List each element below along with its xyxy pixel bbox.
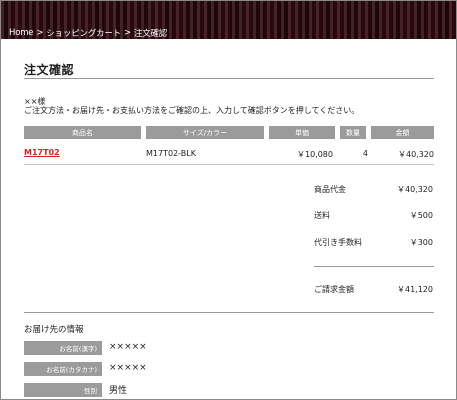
cod-fee-value: ￥300 xyxy=(409,238,433,247)
name-katakana-label: お名前(カタカナ) xyxy=(24,362,102,376)
shipping-info-heading: お届け先の情報 xyxy=(24,325,84,335)
name-kanji-value: ××××× xyxy=(109,342,147,352)
summary-divider xyxy=(314,266,434,267)
breadcrumb-separator: > xyxy=(36,28,44,38)
total-value: ￥41,120 xyxy=(397,285,433,294)
column-header-size-color: サイズ/カラー xyxy=(146,126,264,139)
breadcrumb-home-link[interactable]: Home xyxy=(9,28,34,38)
row-size-color: M17T02-BLK xyxy=(146,149,196,158)
column-header-product: 商品名 xyxy=(24,126,141,139)
title-divider xyxy=(24,78,434,79)
cod-fee-label: 代引き手数料 xyxy=(314,238,362,247)
shipping-fee-label: 送料 xyxy=(314,211,330,220)
breadcrumb-cart-link[interactable]: ショッピングカート xyxy=(46,27,121,39)
page-frame: Home > ショッピングカート > 注文確認 注文確認 ××様 ご注文方法・お… xyxy=(0,0,457,400)
breadcrumb-current: 注文確認 xyxy=(133,29,168,39)
gender-value: 男性 xyxy=(109,386,128,396)
name-katakana-value: ××××× xyxy=(109,363,147,373)
row-amount: ￥40,320 xyxy=(398,150,434,159)
total-label: ご請求金額 xyxy=(314,285,354,294)
breadcrumb: Home > ショッピングカート > 注文確認 xyxy=(9,27,167,39)
row-quantity: 4 xyxy=(362,149,368,158)
product-link[interactable]: M17T02 xyxy=(24,148,60,157)
header-banner: Home > ショッピングカート > 注文確認 xyxy=(1,1,456,39)
shipping-fee-value: ￥500 xyxy=(409,211,433,220)
page-title: 注文確認 xyxy=(24,63,75,77)
row-unit-price: ￥10,080 xyxy=(297,150,333,159)
table-divider xyxy=(24,164,434,165)
column-header-quantity: 数量 xyxy=(340,126,366,139)
table-row: M17T02 xyxy=(24,148,60,157)
column-header-amount: 金額 xyxy=(371,126,434,139)
section-divider xyxy=(24,312,434,313)
breadcrumb-separator: > xyxy=(123,28,131,38)
instruction-text: ご注文方法・お届け先・お支払い方法をご確認の上、入力して確認ボタンを押してくださ… xyxy=(24,106,360,115)
gender-label: 性別 xyxy=(24,383,102,397)
name-kanji-label: お名前(漢字) xyxy=(24,341,102,355)
subtotal-value: ￥40,320 xyxy=(397,185,433,194)
column-header-unit-price: 単価 xyxy=(269,126,335,139)
subtotal-label: 商品代金 xyxy=(314,185,346,194)
